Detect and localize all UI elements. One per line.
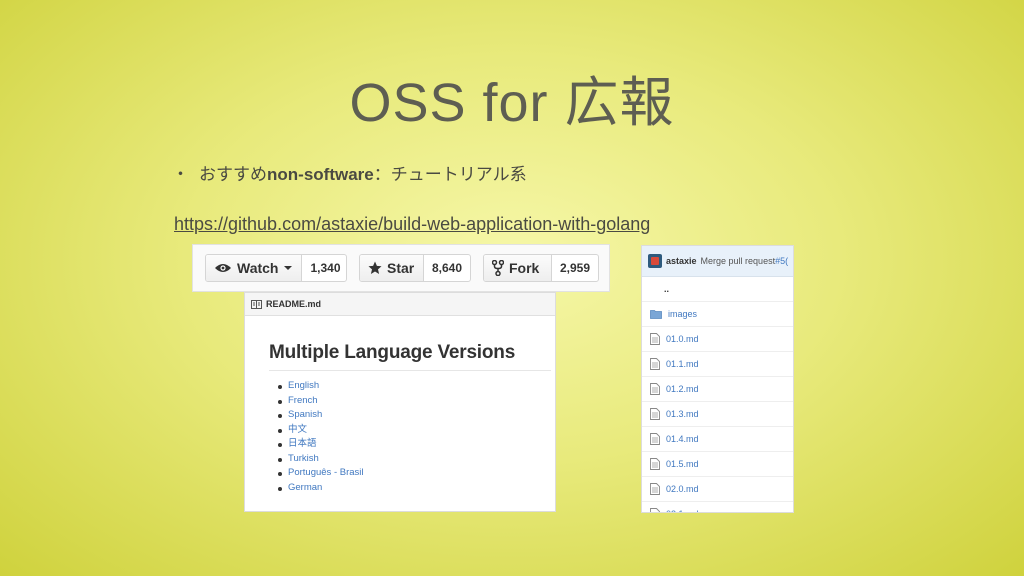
file-icon — [650, 333, 660, 345]
fork-button[interactable]: Fork 2,959 — [483, 254, 599, 282]
file-icon — [650, 408, 660, 420]
file-row[interactable]: 01.4.md — [642, 427, 793, 452]
file-icon — [650, 383, 660, 395]
readme-heading: Multiple Language Versions — [269, 342, 551, 371]
file-name[interactable]: 01.4.md — [666, 434, 699, 444]
language-link-french[interactable]: French — [278, 394, 555, 409]
commit-message[interactable]: Merge pull request — [701, 256, 776, 266]
fork-label: Fork — [509, 260, 540, 276]
slide-title: OSS for 広報 — [349, 73, 675, 133]
readme-filename: README.md — [266, 299, 322, 309]
latest-commit: astaxie Merge pull request #5( — [642, 246, 793, 277]
file-name[interactable]: 02.0.md — [666, 484, 699, 494]
eye-icon — [215, 264, 231, 272]
file-icon — [650, 458, 660, 470]
readme-panel: README.md Multiple Language Versions Eng… — [244, 292, 556, 512]
bullet-line: ・おすすめnon-software：チュートリアル系 — [172, 160, 527, 185]
language-link-portuguese[interactable]: Português - Brasil — [278, 466, 555, 481]
file-row[interactable]: 02.0.md — [642, 477, 793, 502]
language-link-chinese[interactable]: 中文 — [278, 423, 555, 438]
language-link-turkish[interactable]: Turkish — [278, 452, 555, 467]
commit-pr-link[interactable]: #5( — [775, 256, 788, 266]
language-link-german[interactable]: German — [278, 481, 555, 496]
folder-icon — [650, 310, 662, 319]
star-label: Star — [387, 260, 415, 276]
language-list: English French Spanish 中文 日本語 Turkish Po… — [245, 379, 555, 495]
watch-button[interactable]: Watch 1,340 — [205, 254, 347, 282]
language-link-spanish[interactable]: Spanish — [278, 408, 555, 423]
star-icon — [368, 261, 382, 274]
bullet-prefix: おすすめ — [199, 165, 267, 184]
caret-down-icon — [284, 266, 293, 270]
bullet-bold: non-software — [267, 165, 374, 184]
bullet-dot: ・ — [172, 165, 189, 184]
file-row[interactable]: 01.5.md — [642, 452, 793, 477]
file-row[interactable]: 01.2.md — [642, 377, 793, 402]
language-link-english[interactable]: English — [278, 379, 555, 394]
readme-header: README.md — [245, 293, 555, 316]
book-icon — [251, 299, 262, 309]
fork-count[interactable]: 2,959 — [552, 255, 598, 281]
file-icon — [650, 358, 660, 370]
file-name[interactable]: 01.5.md — [666, 459, 699, 469]
file-row[interactable]: 01.3.md — [642, 402, 793, 427]
file-list-panel: astaxie Merge pull request #5( .. images… — [641, 245, 794, 513]
file-row[interactable]: 01.1.md — [642, 352, 793, 377]
file-name[interactable]: 01.3.md — [666, 409, 699, 419]
repo-actions-bar: Watch 1,340 Star 8,640 Fork 2,959 — [192, 244, 610, 292]
repo-link[interactable]: https://github.com/astaxie/build-web-app… — [174, 214, 650, 235]
file-name[interactable]: images — [668, 309, 697, 319]
language-link-japanese[interactable]: 日本語 — [278, 437, 555, 452]
avatar[interactable] — [648, 254, 662, 268]
file-row[interactable]: 01.0.md — [642, 327, 793, 352]
file-icon — [650, 433, 660, 445]
file-name[interactable]: 01.0.md — [666, 334, 699, 344]
star-count[interactable]: 8,640 — [424, 255, 470, 281]
watch-label: Watch — [237, 260, 279, 276]
star-button[interactable]: Star 8,640 — [359, 254, 471, 282]
file-name[interactable]: 01.2.md — [666, 384, 699, 394]
bullet-suffix: ：チュートリアル系 — [373, 165, 527, 184]
watch-count[interactable]: 1,340 — [302, 255, 346, 281]
file-row[interactable]: 02.1.md — [642, 502, 793, 512]
file-name[interactable]: 02.1.md — [666, 509, 699, 512]
file-icon — [650, 508, 660, 512]
fork-icon — [492, 260, 504, 276]
file-icon — [650, 483, 660, 495]
parent-dir-link[interactable]: .. — [642, 277, 793, 302]
file-row[interactable]: images — [642, 302, 793, 327]
file-name[interactable]: 01.1.md — [666, 359, 699, 369]
commit-user[interactable]: astaxie — [666, 256, 697, 266]
